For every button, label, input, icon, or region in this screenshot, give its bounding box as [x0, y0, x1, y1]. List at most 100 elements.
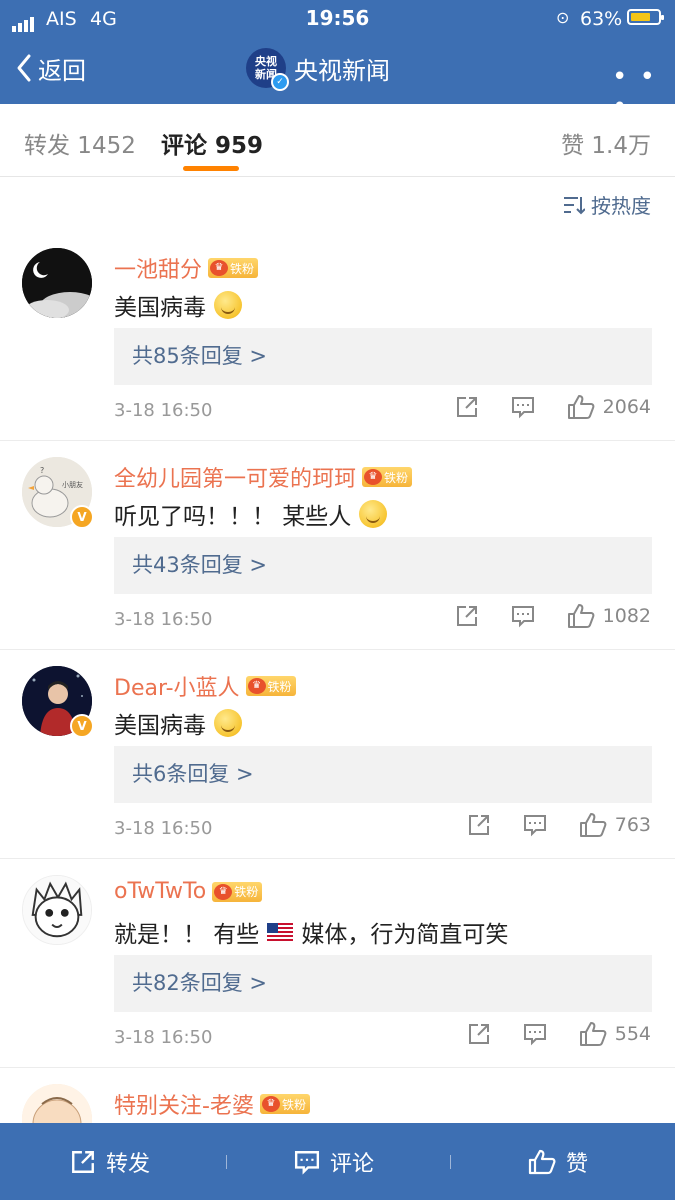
tab-comments[interactable]: 评论 959: [161, 126, 263, 160]
svg-text:?: ?: [40, 466, 44, 475]
avatar[interactable]: [22, 248, 92, 318]
verified-badge-icon: V: [70, 714, 94, 738]
repost-button[interactable]: 转发: [70, 1123, 150, 1200]
fan-badge-label: 铁粉: [384, 470, 409, 485]
crown-icon: ♛: [210, 260, 229, 276]
comment-text-content: 听见了吗！！！ 某些人: [114, 504, 352, 530]
fan-badge-label: 铁粉: [234, 885, 259, 899]
reply-button[interactable]: [523, 1022, 547, 1046]
like-count: 2064: [602, 396, 651, 418]
username-row: 一池甜分 ♛ 铁粉: [114, 252, 259, 284]
replies-link[interactable]: 共85条回复 >: [114, 328, 652, 385]
back-button[interactable]: 返回: [16, 50, 86, 86]
share-button[interactable]: [455, 395, 479, 419]
comment-actions: 1082: [455, 603, 651, 629]
sort-label: 按热度: [591, 194, 651, 218]
comment-icon: [523, 815, 546, 837]
share-icon: [456, 397, 477, 417]
thumbs-up-icon: [567, 395, 595, 419]
like-button[interactable]: 763: [579, 812, 651, 838]
divider: [0, 649, 675, 650]
tab-likes[interactable]: 赞 1.4万: [561, 126, 651, 160]
repost-label: 转发: [106, 1151, 151, 1177]
battery-percent: 63%: [580, 8, 623, 30]
username[interactable]: 特别关注-老婆: [114, 1088, 254, 1120]
logo-text-line1: 央视: [255, 55, 277, 68]
like-count: 1082: [602, 605, 651, 627]
username[interactable]: 全幼儿园第一可爱的珂珂: [114, 461, 356, 493]
replies-link[interactable]: 共43条回复 >: [114, 537, 652, 594]
username-row: 全幼儿园第一可爱的珂珂 ♛ 铁粉: [114, 461, 413, 493]
fan-badge: ♛ 铁粉: [245, 676, 296, 696]
username[interactable]: oTwTwTo: [114, 879, 206, 904]
username-row: 特别关注-老婆 ♛ 铁粉: [114, 1088, 310, 1120]
moon-avatar-image: [22, 248, 92, 318]
divider: [0, 858, 675, 859]
status-bar: AIS 4G 19:56 ⊙ 63%: [0, 0, 675, 36]
comment-button[interactable]: 评论: [294, 1123, 374, 1200]
divider: [226, 1155, 227, 1169]
fan-badge: ♛ 铁粉: [212, 881, 263, 902]
replies-link[interactable]: 共82条回复 >: [114, 955, 652, 1012]
like-label: 赞: [566, 1151, 589, 1177]
avatar[interactable]: 小朋友 ? V: [22, 457, 94, 529]
thumbs-up-icon: [579, 1022, 607, 1046]
share-icon: [456, 606, 477, 626]
verified-badge-icon: V: [70, 505, 94, 529]
username-row: Dear-小蓝人 ♛ 铁粉: [114, 670, 296, 702]
crown-icon: ♛: [214, 883, 233, 900]
thumbs-up-icon: [579, 813, 607, 837]
crown-icon: ♛: [261, 1096, 280, 1112]
comment-actions: 554: [467, 1021, 651, 1047]
share-icon: [468, 815, 489, 835]
username[interactable]: 一池甜分: [114, 252, 202, 284]
comment-icon: [294, 1150, 320, 1175]
thumbs-up-icon: [567, 604, 595, 628]
smile-emoji-icon: [214, 291, 242, 319]
comment-text: 就是！！ 有些 媒体，行为简直可笑: [114, 915, 508, 949]
share-button[interactable]: [467, 813, 491, 837]
crown-icon: ♛: [247, 678, 266, 694]
share-button[interactable]: [455, 604, 479, 628]
replies-link[interactable]: 共6条回复 >: [114, 746, 652, 803]
sort-button[interactable]: 按热度: [563, 190, 651, 219]
reply-button[interactable]: [523, 813, 547, 837]
comment-icon: [511, 397, 534, 419]
fan-badge-label: 铁粉: [267, 679, 292, 694]
grin-emoji-icon: [214, 709, 242, 737]
thumbs-up-icon: [528, 1149, 556, 1174]
divider: [0, 1067, 675, 1068]
verified-icon: ✓: [271, 73, 289, 91]
top-bar: AIS 4G 19:56 ⊙ 63% 返回 央视 新闻 ✓ 央视新闻 • • •: [0, 0, 675, 122]
tab-repost[interactable]: 转发 1452: [24, 126, 136, 160]
smirk-emoji-icon: [359, 500, 388, 528]
repost-icon: [72, 1150, 94, 1173]
chevron-left-icon: [17, 54, 31, 82]
avatar[interactable]: V: [22, 666, 94, 738]
share-button[interactable]: [467, 1022, 491, 1046]
divider: [0, 440, 675, 441]
reply-button[interactable]: [511, 395, 535, 419]
account-header[interactable]: 央视 新闻 ✓ 央视新闻: [246, 48, 390, 91]
comment-text-content: 美国病毒: [114, 295, 206, 321]
like-button[interactable]: 2064: [567, 394, 651, 420]
share-icon: [468, 1024, 489, 1044]
comment-text: 美国病毒: [114, 706, 242, 740]
comment-text: 听见了吗！！！ 某些人: [114, 497, 388, 531]
comment-actions: 763: [467, 812, 651, 838]
cartoon-avatar-image: [23, 876, 91, 944]
username[interactable]: Dear-小蓝人: [114, 670, 240, 702]
divider: [450, 1155, 451, 1169]
comment-text: 美国病毒: [114, 288, 242, 322]
reply-button[interactable]: [511, 604, 535, 628]
comment-time: 3-18 16:50: [114, 400, 213, 421]
like-post-button[interactable]: 赞: [528, 1123, 588, 1200]
avatar[interactable]: [22, 875, 92, 945]
active-tab-indicator: [183, 166, 239, 171]
like-button[interactable]: 1082: [567, 603, 651, 629]
fan-badge: ♛ 铁粉: [362, 467, 413, 487]
like-button[interactable]: 554: [579, 1021, 651, 1047]
fan-badge-label: 铁粉: [281, 1097, 306, 1112]
page-title: 央视新闻: [294, 56, 390, 85]
crown-icon: ♛: [364, 469, 383, 485]
